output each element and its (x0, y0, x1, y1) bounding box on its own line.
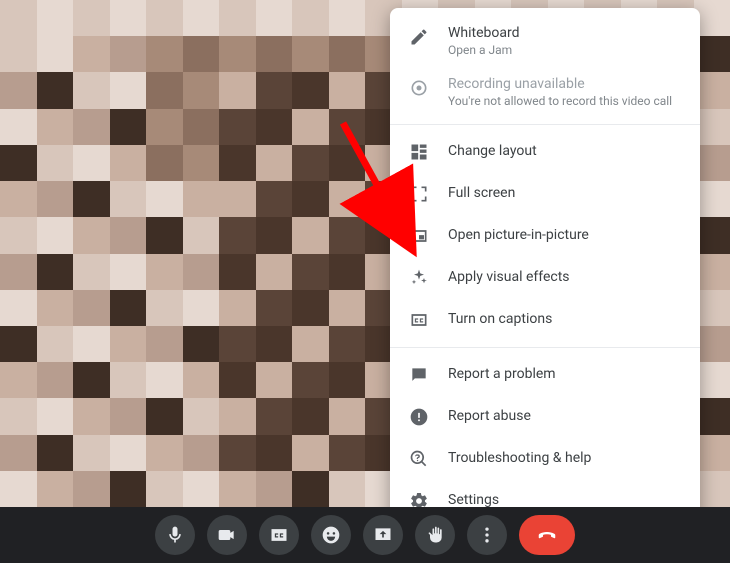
more-options-menu: Whiteboard Open a Jam Recording unavaila… (390, 8, 700, 530)
menu-item-report-problem[interactable]: Report a problem (390, 354, 700, 396)
menu-divider (390, 124, 700, 125)
fullscreen-icon (408, 183, 430, 205)
menu-item-captions[interactable]: Turn on captions (390, 299, 700, 341)
camera-button[interactable] (207, 515, 247, 555)
menu-label: Open picture-in-picture (448, 226, 589, 244)
menu-item-report-abuse[interactable]: Report abuse (390, 396, 700, 438)
reactions-button[interactable] (311, 515, 351, 555)
call-controls (0, 507, 730, 563)
end-call-button[interactable] (519, 515, 575, 555)
menu-item-pip[interactable]: Open picture-in-picture (390, 215, 700, 257)
feedback-icon (408, 364, 430, 386)
menu-item-visual-effects[interactable]: Apply visual effects (390, 257, 700, 299)
menu-sublabel: You're not allowed to record this video … (448, 94, 672, 110)
pencil-icon (408, 26, 430, 48)
report-icon (408, 406, 430, 428)
menu-item-recording: Recording unavailable You're not allowed… (390, 67, 700, 118)
menu-item-troubleshooting[interactable]: Troubleshooting & help (390, 438, 700, 480)
menu-divider (390, 347, 700, 348)
mic-button[interactable] (155, 515, 195, 555)
help-search-icon (408, 448, 430, 470)
menu-label: Whiteboard (448, 24, 520, 42)
raise-hand-button[interactable] (415, 515, 455, 555)
record-icon (408, 77, 430, 99)
menu-sublabel: Open a Jam (448, 43, 520, 59)
menu-label: Report abuse (448, 407, 531, 425)
menu-item-full-screen[interactable]: Full screen (390, 173, 700, 215)
captions-icon (408, 309, 430, 331)
menu-item-change-layout[interactable]: Change layout (390, 131, 700, 173)
menu-item-whiteboard[interactable]: Whiteboard Open a Jam (390, 16, 700, 67)
menu-label: Change layout (448, 142, 537, 160)
menu-label: Turn on captions (448, 310, 552, 328)
present-button[interactable] (363, 515, 403, 555)
more-options-button[interactable] (467, 515, 507, 555)
layout-icon (408, 141, 430, 163)
menu-label: Troubleshooting & help (448, 449, 591, 467)
captions-button[interactable] (259, 515, 299, 555)
menu-label: Recording unavailable (448, 75, 672, 93)
pip-icon (408, 225, 430, 247)
menu-label: Apply visual effects (448, 268, 570, 286)
menu-label: Report a problem (448, 365, 556, 383)
sparkle-icon (408, 267, 430, 289)
menu-label: Full screen (448, 184, 515, 202)
